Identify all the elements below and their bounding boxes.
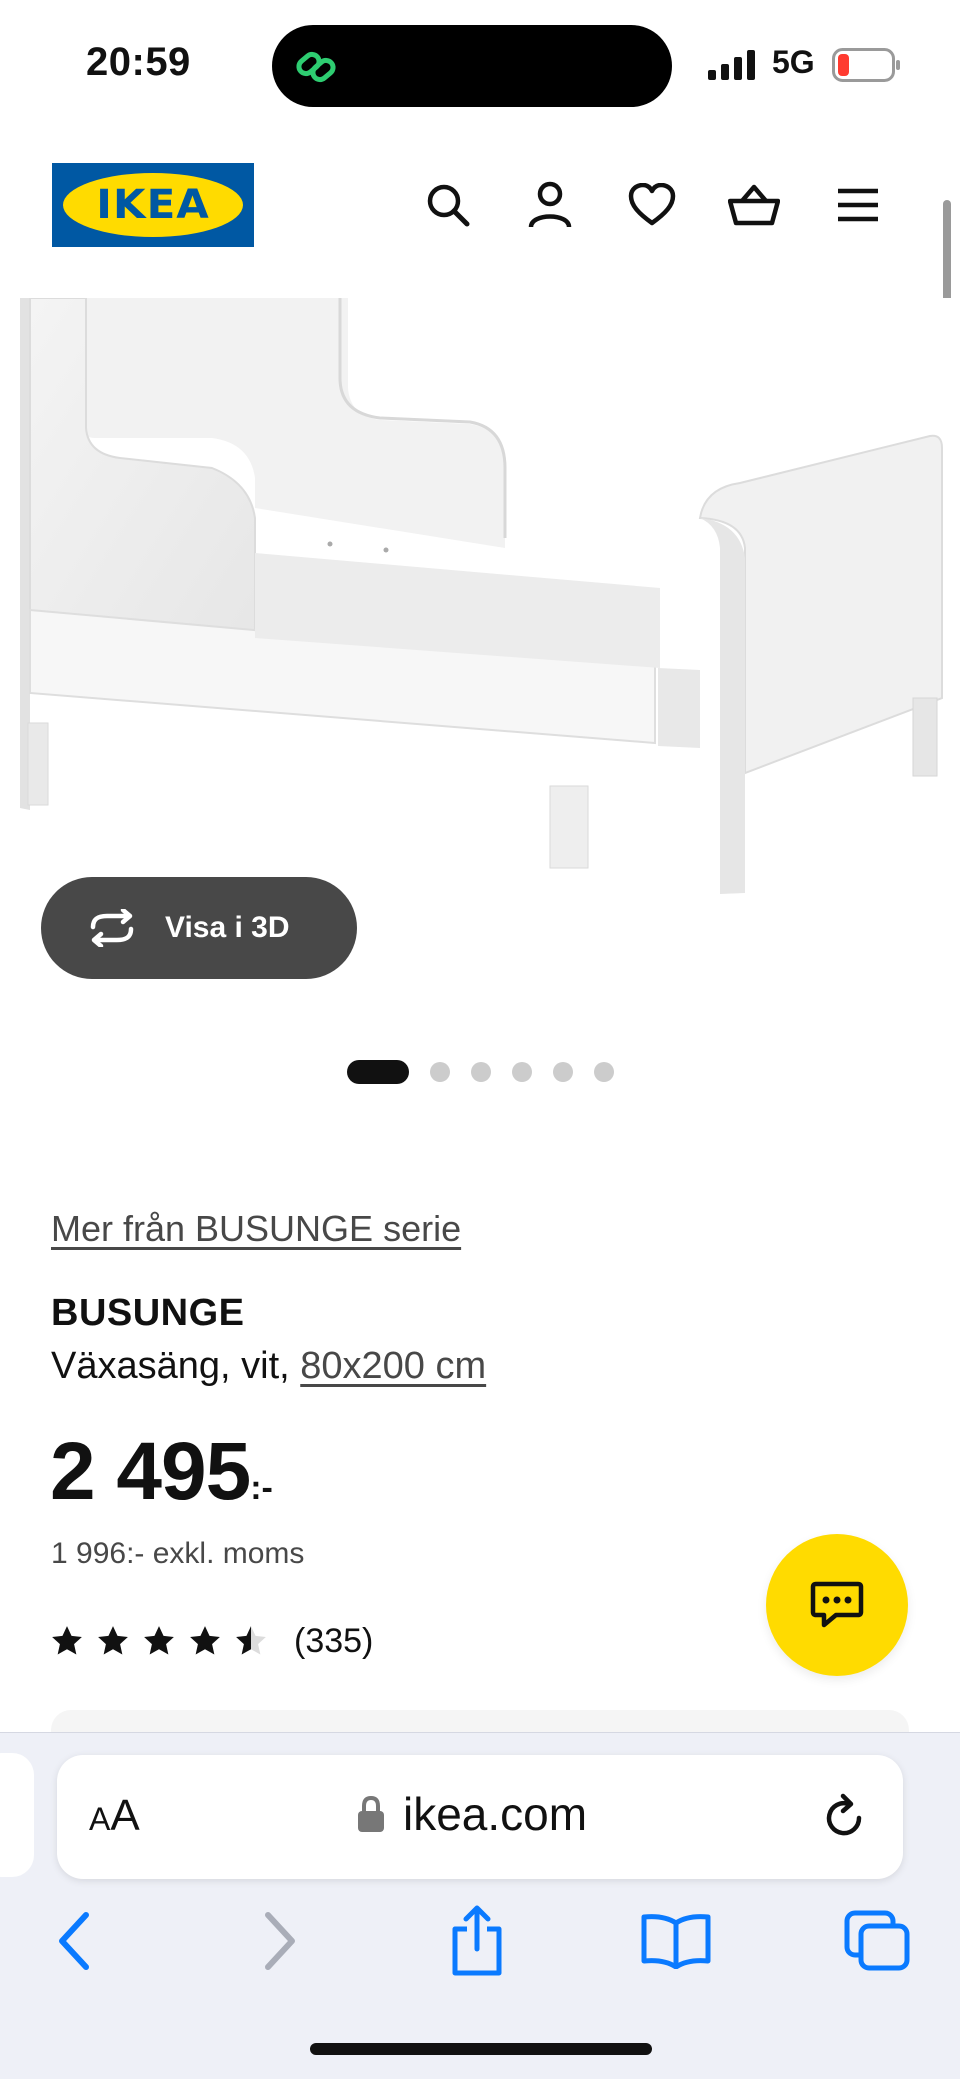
product-type: Växasäng, vit,: [51, 1345, 301, 1387]
product-rating[interactable]: (335): [50, 1618, 373, 1664]
ikea-logo[interactable]: IKEA: [52, 163, 254, 247]
rotate-3d-icon: [90, 909, 134, 947]
star-icon: [98, 1626, 128, 1655]
text-size-button[interactable]: AA: [89, 1791, 140, 1841]
status-time: 20:59: [86, 40, 191, 84]
url-text: ikea.com: [403, 1788, 588, 1840]
tabs-button[interactable]: [838, 1906, 918, 1976]
previous-tab-preview[interactable]: [0, 1753, 34, 1877]
aa-small: A: [89, 1801, 111, 1837]
search-icon[interactable]: [421, 178, 475, 232]
size-link[interactable]: 80x200 cm: [300, 1345, 486, 1387]
network-label: 5G: [772, 44, 815, 80]
logo-text: IKEA: [96, 182, 210, 228]
share-button[interactable]: [437, 1905, 517, 1976]
share-icon: [452, 1905, 502, 1976]
forward-button[interactable]: [240, 1906, 320, 1976]
rating-count: (335): [294, 1621, 374, 1660]
product-price: 2 495:-: [50, 1425, 273, 1519]
cart-icon[interactable]: [727, 178, 781, 232]
carousel-dot[interactable]: [512, 1062, 532, 1082]
lock-icon: [358, 1795, 384, 1832]
price-excl-vat: 1 996:- exkl. moms: [51, 1537, 305, 1570]
carousel-dot[interactable]: [430, 1062, 450, 1082]
bed-illustration: [20, 298, 943, 894]
reload-icon[interactable]: [819, 1793, 869, 1843]
carousel-dots: [347, 1060, 614, 1084]
bookmarks-button[interactable]: [636, 1906, 716, 1976]
menu-icon[interactable]: [831, 178, 885, 232]
chat-icon: [810, 1581, 864, 1628]
logo-ellipse: IKEA: [63, 173, 243, 237]
chat-button[interactable]: [766, 1534, 908, 1676]
battery-icon: [832, 48, 900, 82]
star-icon: [144, 1626, 174, 1655]
star-icon: [190, 1626, 220, 1655]
status-bar: 20:59 5G: [0, 0, 960, 130]
site-header: IKEA: [0, 150, 960, 260]
view-3d-label: Visa i 3D: [165, 911, 290, 944]
product-description: Växasäng, vit, 80x200 cm: [51, 1345, 486, 1388]
link-icon: [296, 51, 336, 83]
favorites-icon[interactable]: [625, 178, 679, 232]
book-icon: [641, 1914, 711, 1969]
carousel-dot[interactable]: [471, 1062, 491, 1082]
account-icon[interactable]: [523, 178, 577, 232]
carousel-dot[interactable]: [594, 1062, 614, 1082]
chevron-left-icon: [59, 1912, 89, 1970]
view-3d-button[interactable]: Visa i 3D: [41, 877, 357, 979]
product-image[interactable]: [0, 298, 960, 910]
series-link[interactable]: Mer från BUSUNGE serie: [51, 1208, 461, 1250]
carousel-dot[interactable]: [347, 1060, 409, 1084]
address-bar[interactable]: AA ikea.com: [57, 1755, 903, 1879]
back-button[interactable]: [34, 1906, 114, 1976]
price-suffix: :-: [250, 1469, 273, 1507]
url-field[interactable]: ikea.com: [357, 1787, 587, 1841]
half-star-icon: [236, 1626, 266, 1655]
carousel-dot[interactable]: [553, 1062, 573, 1082]
product-name: BUSUNGE: [51, 1292, 245, 1334]
home-indicator: [310, 2043, 652, 2055]
chevron-right-icon: [265, 1912, 295, 1970]
dynamic-island: [272, 25, 672, 107]
tabs-icon: [844, 1910, 910, 1971]
star-icon: [52, 1626, 82, 1655]
price-main: 2 495: [50, 1426, 251, 1517]
aa-large: A: [110, 1791, 140, 1840]
signal-icon: [708, 50, 755, 80]
